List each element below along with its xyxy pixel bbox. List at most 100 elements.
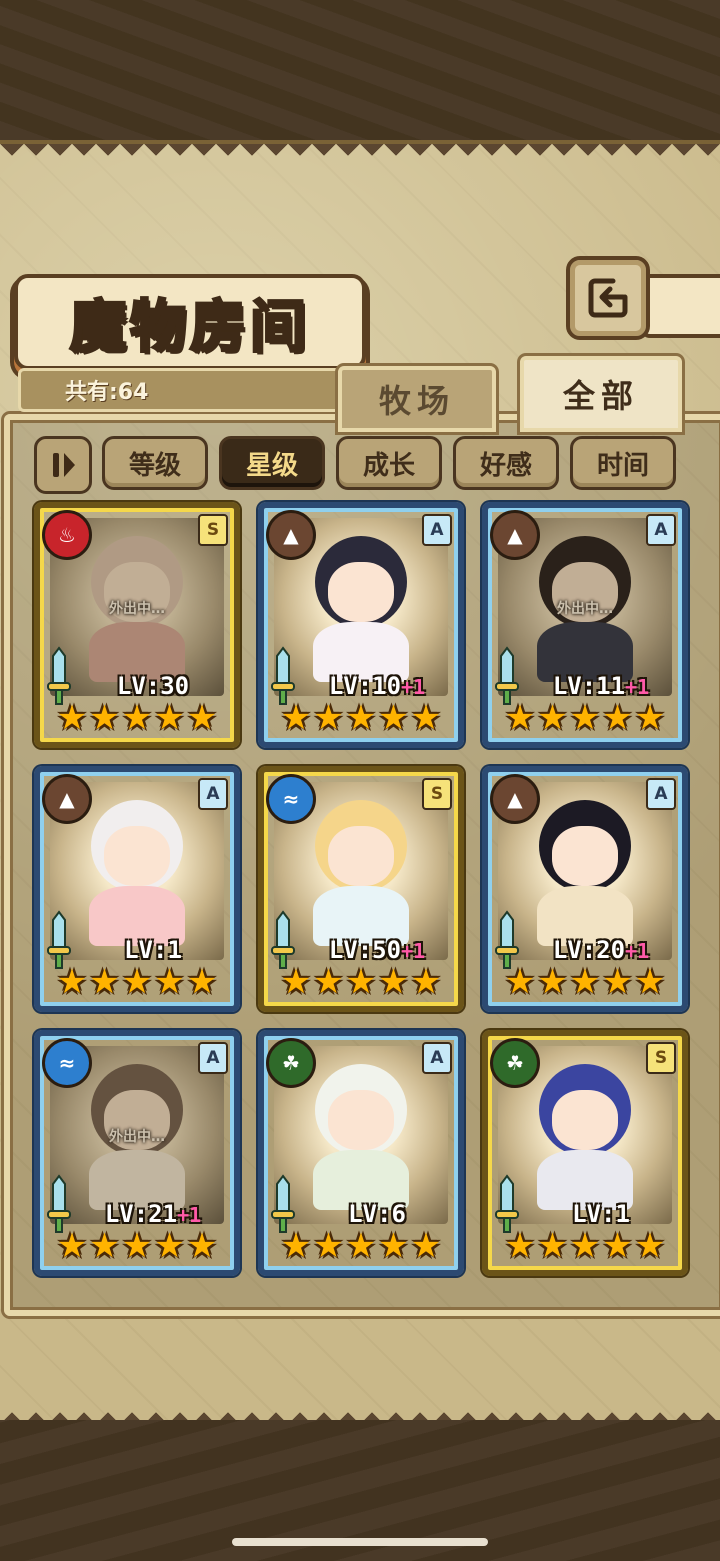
sort-button-level[interactable]: 等级 — [102, 436, 208, 490]
star-rating: ★ ★ ★ ★ ★ — [50, 962, 224, 1002]
star-icon: ★ — [313, 698, 344, 738]
monster-count: 共有:64 — [65, 380, 149, 405]
star-rating: ★ ★ ★ ★ ★ — [50, 1226, 224, 1266]
mountain-icon: ▲ — [490, 510, 540, 560]
star-rating: ★ ★ ★ ★ ★ — [498, 1226, 672, 1266]
sort-order-toggle[interactable] — [34, 436, 92, 494]
level-value: LV:11 — [552, 672, 626, 700]
back-button[interactable] — [566, 256, 650, 340]
sort-button-growth[interactable]: 成长 — [336, 436, 442, 490]
star-icon: ★ — [313, 1226, 344, 1266]
star-icon: ★ — [410, 1226, 442, 1266]
star-icon: ★ — [634, 1226, 666, 1266]
monster-level: LV:50+1 — [304, 936, 450, 964]
tab-all[interactable]: 全部 — [520, 356, 682, 432]
sort-button-stars[interactable]: 星级 — [219, 436, 325, 490]
star-icon: ★ — [569, 962, 601, 1002]
level-value: LV:6 — [348, 1200, 406, 1228]
star-icon: ★ — [504, 1226, 536, 1266]
back-arrow-icon — [588, 278, 628, 318]
sort-label: 时间 — [596, 450, 649, 481]
rank-badge: A — [422, 514, 452, 546]
star-icon: ★ — [345, 1226, 377, 1266]
monster-card-1[interactable]: 外出中… ♨ S LV:30 ★ ★ ★ ★ ★ — [34, 502, 240, 748]
rank-badge: S — [198, 514, 228, 546]
level-value: LV:1 — [572, 1200, 630, 1228]
mountain-icon: ▲ — [42, 774, 92, 824]
star-icon: ★ — [634, 962, 666, 1002]
star-rating: ★ ★ ★ ★ ★ — [274, 962, 448, 1002]
back-ribbon — [640, 274, 720, 338]
star-icon: ★ — [569, 698, 601, 738]
star-icon: ★ — [186, 962, 218, 1002]
tab-ranch[interactable]: 牧场 — [338, 366, 496, 432]
star-icon: ★ — [186, 698, 218, 738]
mountain-icon: ▲ — [266, 510, 316, 560]
star-icon: ★ — [186, 1226, 218, 1266]
level-bonus: +1 — [177, 1203, 202, 1227]
away-status: 外出中… — [109, 601, 165, 617]
monster-face — [104, 826, 170, 886]
sort-bar: 等级 星级 成长 好感 时间 — [24, 436, 696, 494]
mountain-icon: ▲ — [490, 774, 540, 824]
monster-card-6[interactable]: ▲ A LV:20+1 ★ ★ ★ ★ ★ — [482, 766, 688, 1012]
level-value: LV:50 — [328, 936, 402, 964]
level-bonus: +1 — [401, 675, 426, 699]
level-bonus: +1 — [625, 939, 650, 963]
waves-icon: ≈ — [42, 1038, 92, 1088]
star-icon: ★ — [89, 698, 120, 738]
star-icon: ★ — [280, 1226, 312, 1266]
star-icon: ★ — [410, 698, 442, 738]
level-value: LV:21 — [104, 1200, 178, 1228]
star-icon: ★ — [56, 1226, 88, 1266]
sort-button-time[interactable]: 时间 — [570, 436, 676, 490]
leaf-icon: ☘ — [266, 1038, 316, 1088]
tab-all-label: 全部 — [562, 377, 639, 415]
sort-label: 好感 — [479, 450, 532, 481]
monster-level: LV:10+1 — [304, 672, 450, 700]
star-icon: ★ — [537, 1226, 568, 1266]
star-rating: ★ ★ ★ ★ ★ — [274, 1226, 448, 1266]
star-icon: ★ — [378, 1226, 409, 1266]
panel-zigzag-top — [0, 144, 720, 168]
page-title: 魔物房间 — [69, 292, 310, 361]
sort-toggle-icon — [53, 453, 75, 477]
monster-card-5[interactable]: ≈ S LV:50+1 ★ ★ ★ ★ ★ — [258, 766, 464, 1012]
monster-level: LV:30 — [80, 672, 226, 700]
rank-badge: A — [198, 778, 228, 810]
monster-face — [328, 562, 394, 622]
monster-card-4[interactable]: ▲ A LV:1 ★ ★ ★ ★ ★ — [34, 766, 240, 1012]
sort-button-affection[interactable]: 好感 — [453, 436, 559, 490]
monster-card-3[interactable]: 外出中… ▲ A LV:11+1 ★ ★ ★ ★ ★ — [482, 502, 688, 748]
level-value: LV:30 — [116, 672, 190, 700]
star-icon: ★ — [121, 962, 153, 1002]
away-status: 外出中… — [109, 1129, 165, 1145]
sort-label: 成长 — [362, 450, 415, 481]
monster-card-2[interactable]: ▲ A LV:10+1 ★ ★ ★ ★ ★ — [258, 502, 464, 748]
monster-card-8[interactable]: ☘ A LV:6 ★ ★ ★ ★ ★ — [258, 1030, 464, 1276]
level-bonus: +1 — [401, 939, 426, 963]
monster-level: LV:1 — [528, 1200, 674, 1228]
level-bonus: +1 — [625, 675, 650, 699]
top-map-band — [0, 0, 720, 140]
star-icon: ★ — [154, 1226, 185, 1266]
title-plate: 魔物房间 — [14, 274, 366, 370]
sort-label: 星级 — [245, 450, 298, 481]
star-icon: ★ — [504, 698, 536, 738]
level-value: LV:10 — [328, 672, 402, 700]
star-icon: ★ — [280, 962, 312, 1002]
star-icon: ★ — [602, 1226, 633, 1266]
monster-face — [328, 826, 394, 886]
waves-icon: ≈ — [266, 774, 316, 824]
star-rating: ★ ★ ★ ★ ★ — [274, 698, 448, 738]
room-panel: 魔物房间 共有:64 牧场 全部 等级 星级 成长 好感 时间 外出中… ♨ S… — [0, 140, 720, 1428]
home-indicator[interactable] — [232, 1538, 488, 1546]
star-icon: ★ — [602, 698, 633, 738]
monster-card-7[interactable]: 外出中… ≈ A LV:21+1 ★ ★ ★ ★ ★ — [34, 1030, 240, 1276]
leaf-icon: ☘ — [490, 1038, 540, 1088]
monster-face — [552, 1090, 618, 1150]
level-value: LV:1 — [124, 936, 182, 964]
monster-card-9[interactable]: ☘ S LV:1 ★ ★ ★ ★ ★ — [482, 1030, 688, 1276]
rank-badge: A — [198, 1042, 228, 1074]
monster-level: LV:1 — [80, 936, 226, 964]
